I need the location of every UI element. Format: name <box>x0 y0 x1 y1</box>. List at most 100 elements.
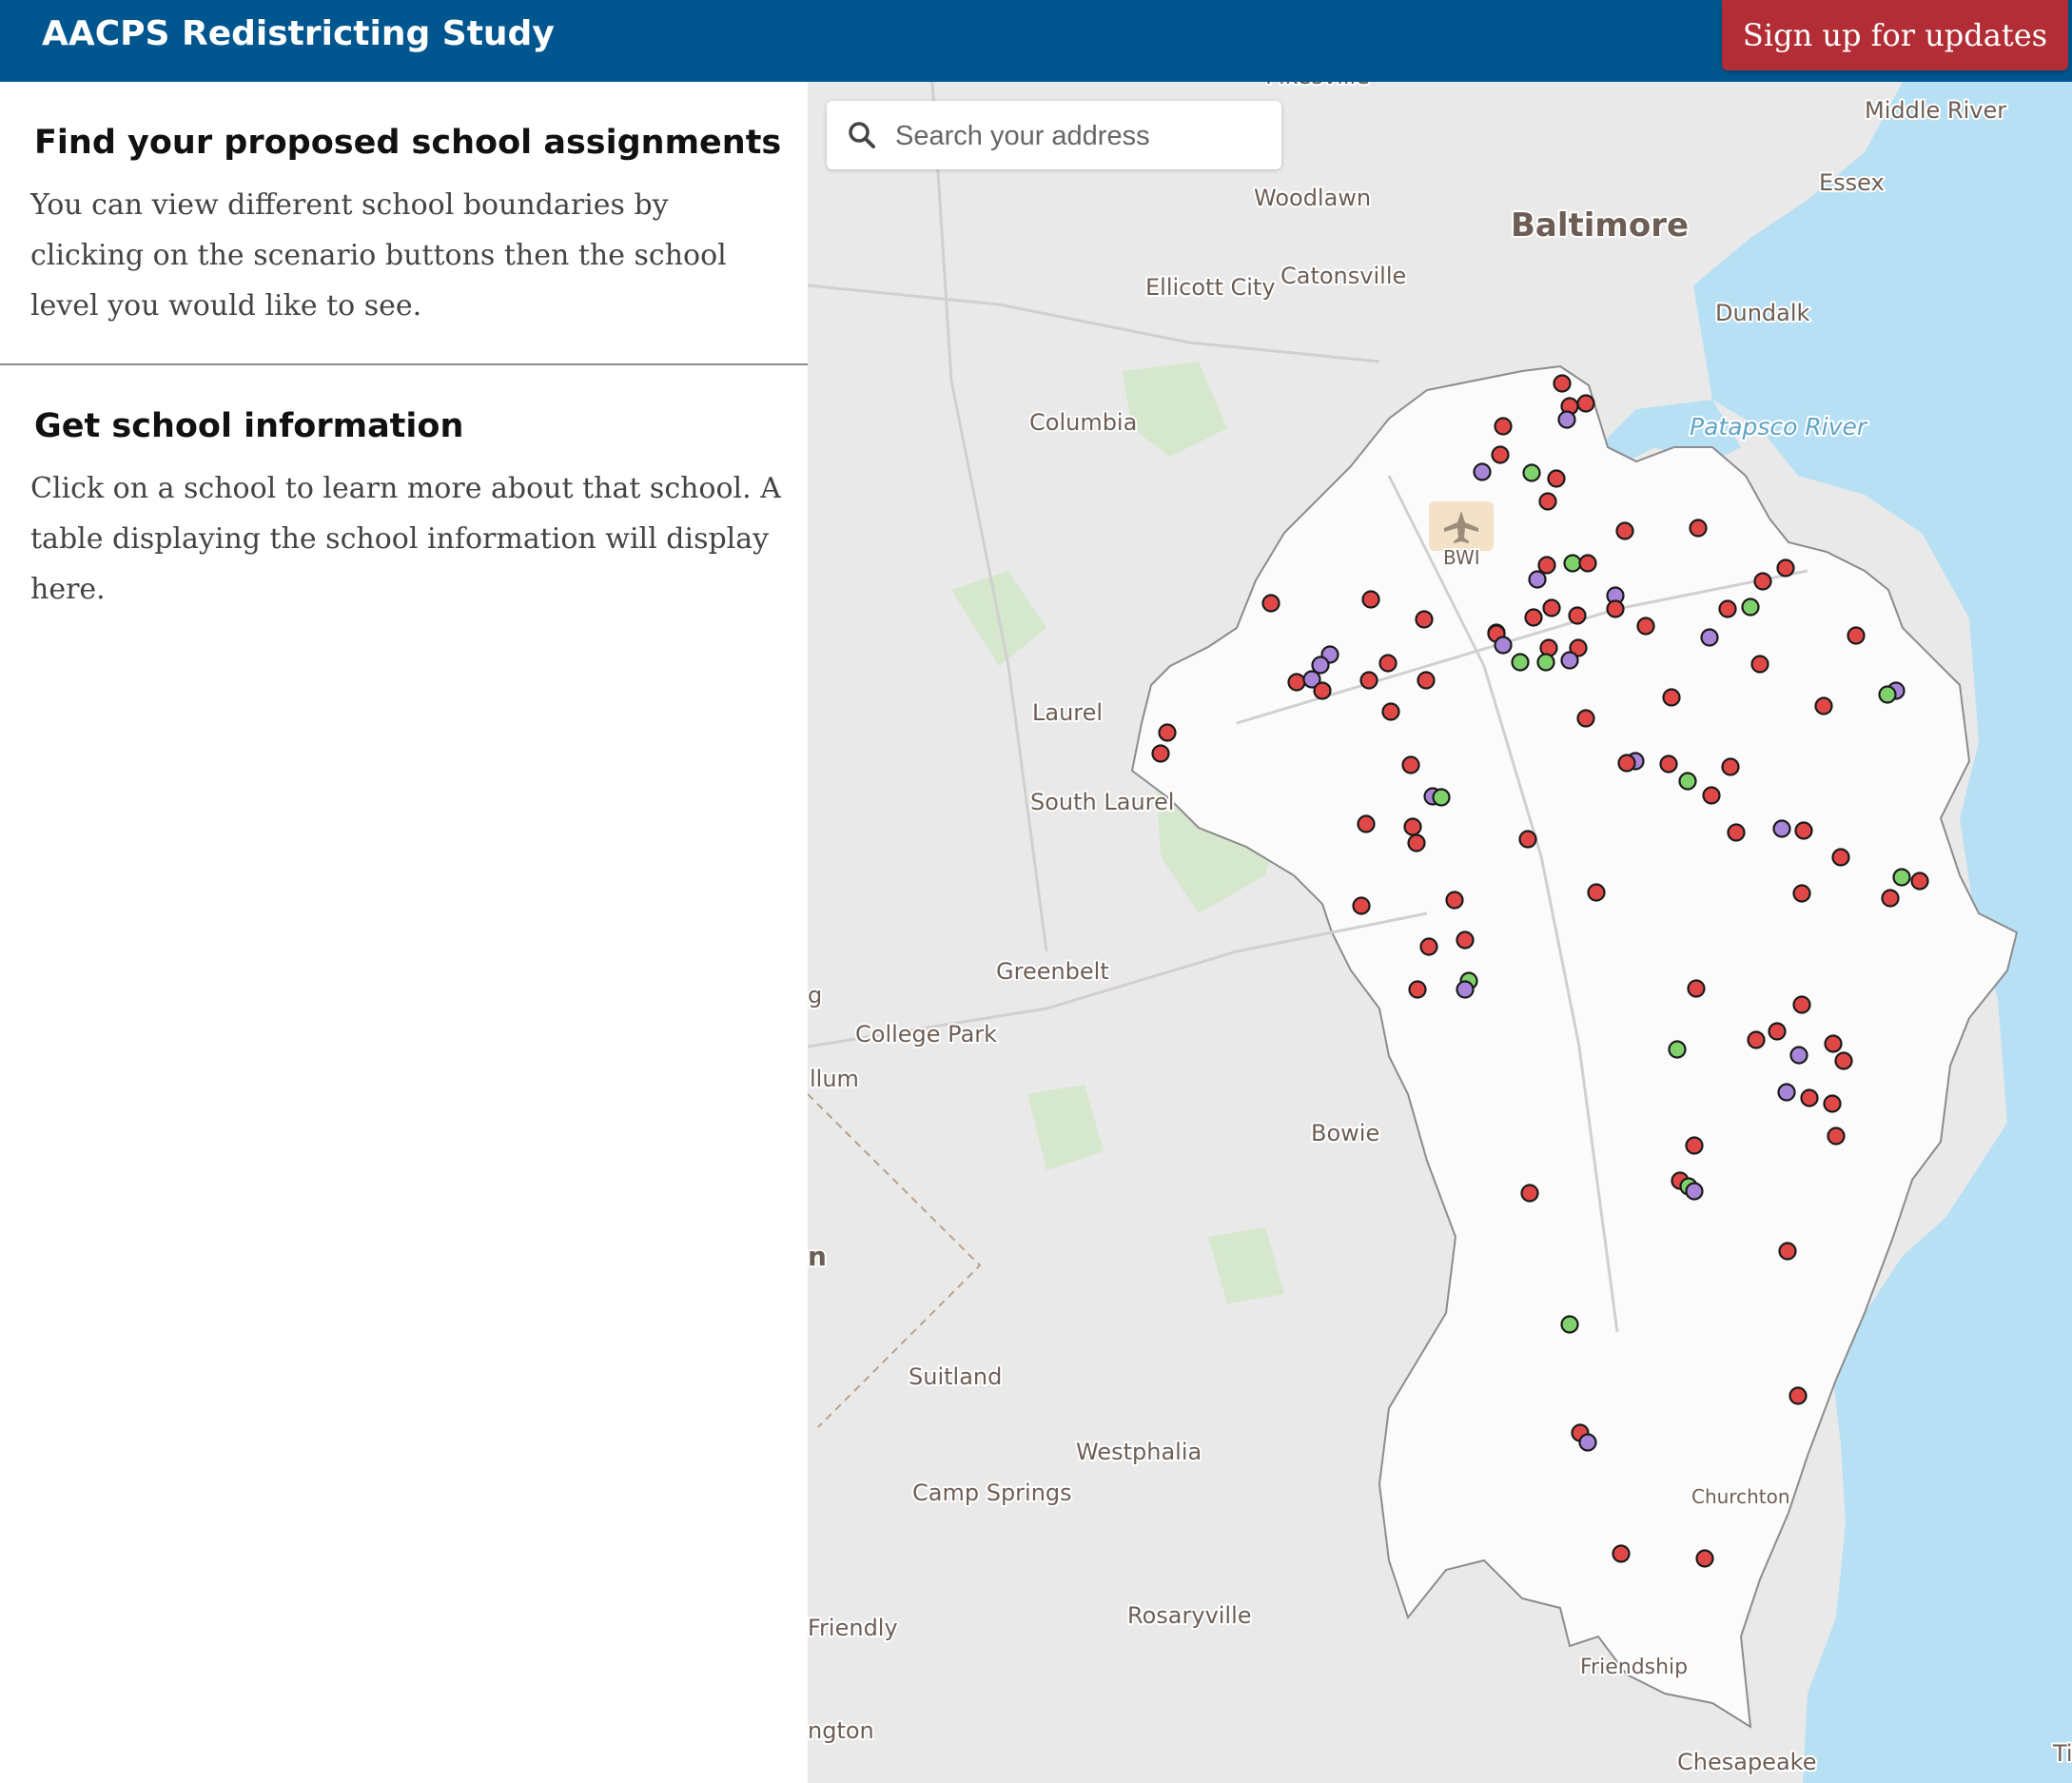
school-marker[interactable] <box>1401 755 1420 774</box>
school-marker[interactable] <box>1511 653 1530 672</box>
school-marker[interactable] <box>1685 1136 1704 1155</box>
school-marker[interactable] <box>1456 931 1475 950</box>
school-marker[interactable] <box>1407 833 1426 852</box>
school-marker[interactable] <box>1359 671 1378 690</box>
school-marker[interactable] <box>1361 590 1380 609</box>
school-marker[interactable] <box>1792 995 1811 1014</box>
school-marker[interactable] <box>1878 685 1897 704</box>
school-marker[interactable] <box>1432 788 1451 807</box>
school-marker[interactable] <box>1741 598 1760 617</box>
school-marker[interactable] <box>1417 671 1436 690</box>
school-marker[interactable] <box>1789 1386 1808 1405</box>
school-marker[interactable] <box>1834 1051 1853 1070</box>
school-marker[interactable] <box>1636 617 1655 636</box>
school-marker[interactable] <box>1685 1182 1704 1201</box>
school-marker[interactable] <box>1750 655 1769 674</box>
school-marker[interactable] <box>1847 626 1866 645</box>
school-marker[interactable] <box>1792 884 1811 903</box>
school-marker[interactable] <box>1576 709 1595 728</box>
school-marker[interactable] <box>1445 891 1464 910</box>
school-marker[interactable] <box>1659 754 1678 774</box>
school-marker[interactable] <box>1727 823 1746 842</box>
school-marker[interactable] <box>1687 979 1706 998</box>
school-marker[interactable] <box>1718 599 1737 618</box>
school-marker[interactable] <box>1553 374 1572 393</box>
school-marker[interactable] <box>1910 872 1929 891</box>
school-marker[interactable] <box>1537 556 1556 575</box>
school-marker[interactable] <box>1419 937 1438 956</box>
map[interactable]: Pikesville Baltimore Middle River Essex … <box>808 82 2072 1783</box>
school-marker[interactable] <box>1357 814 1376 833</box>
app-title: AACPS Redistricting Study <box>42 14 555 53</box>
school-marker[interactable] <box>1662 688 1681 707</box>
school-marker[interactable] <box>1520 1184 1539 1203</box>
school-marker[interactable] <box>1827 1127 1846 1146</box>
school-marker[interactable] <box>1494 636 1513 655</box>
school-marker[interactable] <box>1403 817 1422 836</box>
school-marker[interactable] <box>1721 757 1740 776</box>
school-marker[interactable] <box>1528 570 1547 589</box>
school-marker[interactable] <box>1547 469 1566 488</box>
school-marker[interactable] <box>1568 606 1587 625</box>
school-marker[interactable] <box>1287 673 1306 692</box>
school-marker[interactable] <box>1415 610 1434 629</box>
school-marker[interactable] <box>1881 889 1900 908</box>
school-marker[interactable] <box>1689 519 1708 538</box>
school-marker[interactable] <box>1615 521 1634 540</box>
school-marker[interactable] <box>1560 651 1579 670</box>
school-marker[interactable] <box>1768 1022 1787 1041</box>
school-marker[interactable] <box>1606 599 1625 618</box>
school-marker[interactable] <box>1777 1083 1796 1102</box>
school-marker[interactable] <box>1560 1315 1579 1334</box>
signup-button[interactable]: Sign up for updates <box>1722 0 2068 70</box>
school-marker[interactable] <box>1158 723 1177 742</box>
school-marker[interactable] <box>1408 980 1427 999</box>
school-marker[interactable] <box>1892 868 1911 887</box>
school-marker[interactable] <box>1587 883 1606 902</box>
map-canvas[interactable]: Pikesville Baltimore Middle River Essex … <box>808 82 2072 1783</box>
school-marker[interactable] <box>1747 1030 1766 1049</box>
school-marker[interactable] <box>1473 462 1492 481</box>
school-marker[interactable] <box>1352 896 1371 915</box>
school-marker[interactable] <box>1378 654 1398 673</box>
school-marker[interactable] <box>1313 681 1332 700</box>
school-marker[interactable] <box>1578 1433 1597 1452</box>
school-marker[interactable] <box>1617 754 1636 773</box>
school-marker[interactable] <box>1789 1046 1808 1065</box>
school-marker[interactable] <box>1524 608 1543 627</box>
school-marker[interactable] <box>1823 1094 1842 1113</box>
school-marker[interactable] <box>1536 653 1555 672</box>
address-search-input[interactable] <box>893 112 1268 160</box>
school-marker[interactable] <box>1542 598 1561 617</box>
school-marker[interactable] <box>1776 558 1795 578</box>
school-marker[interactable] <box>1702 786 1721 805</box>
school-marker[interactable] <box>1753 572 1772 591</box>
school-marker[interactable] <box>1522 463 1541 482</box>
school-marker[interactable] <box>1578 554 1597 573</box>
school-marker[interactable] <box>1814 696 1833 715</box>
school-marker[interactable] <box>1778 1242 1797 1261</box>
school-marker[interactable] <box>1491 445 1510 464</box>
school-marker[interactable] <box>1695 1549 1714 1568</box>
school-marker[interactable] <box>1538 492 1557 511</box>
school-marker[interactable] <box>1824 1034 1843 1053</box>
school-marker[interactable] <box>1576 394 1595 413</box>
school-marker[interactable] <box>1151 744 1170 763</box>
map-label-ellicott-city: Ellicott City <box>1145 274 1276 301</box>
school-marker[interactable] <box>1612 1544 1631 1563</box>
school-marker[interactable] <box>1261 594 1280 613</box>
school-marker[interactable] <box>1494 417 1513 436</box>
school-marker[interactable] <box>1381 702 1400 721</box>
school-marker[interactable] <box>1772 819 1791 838</box>
school-marker[interactable] <box>1557 410 1576 429</box>
school-marker[interactable] <box>1678 772 1697 791</box>
school-marker[interactable] <box>1700 628 1719 647</box>
school-marker[interactable] <box>1831 848 1850 867</box>
school-marker[interactable] <box>1518 830 1537 849</box>
school-marker[interactable] <box>1794 821 1813 840</box>
school-marker[interactable] <box>1563 554 1582 573</box>
school-marker[interactable] <box>1668 1040 1687 1059</box>
school-marker[interactable] <box>1456 980 1475 999</box>
address-search-box[interactable] <box>827 101 1281 169</box>
school-marker[interactable] <box>1800 1088 1819 1107</box>
